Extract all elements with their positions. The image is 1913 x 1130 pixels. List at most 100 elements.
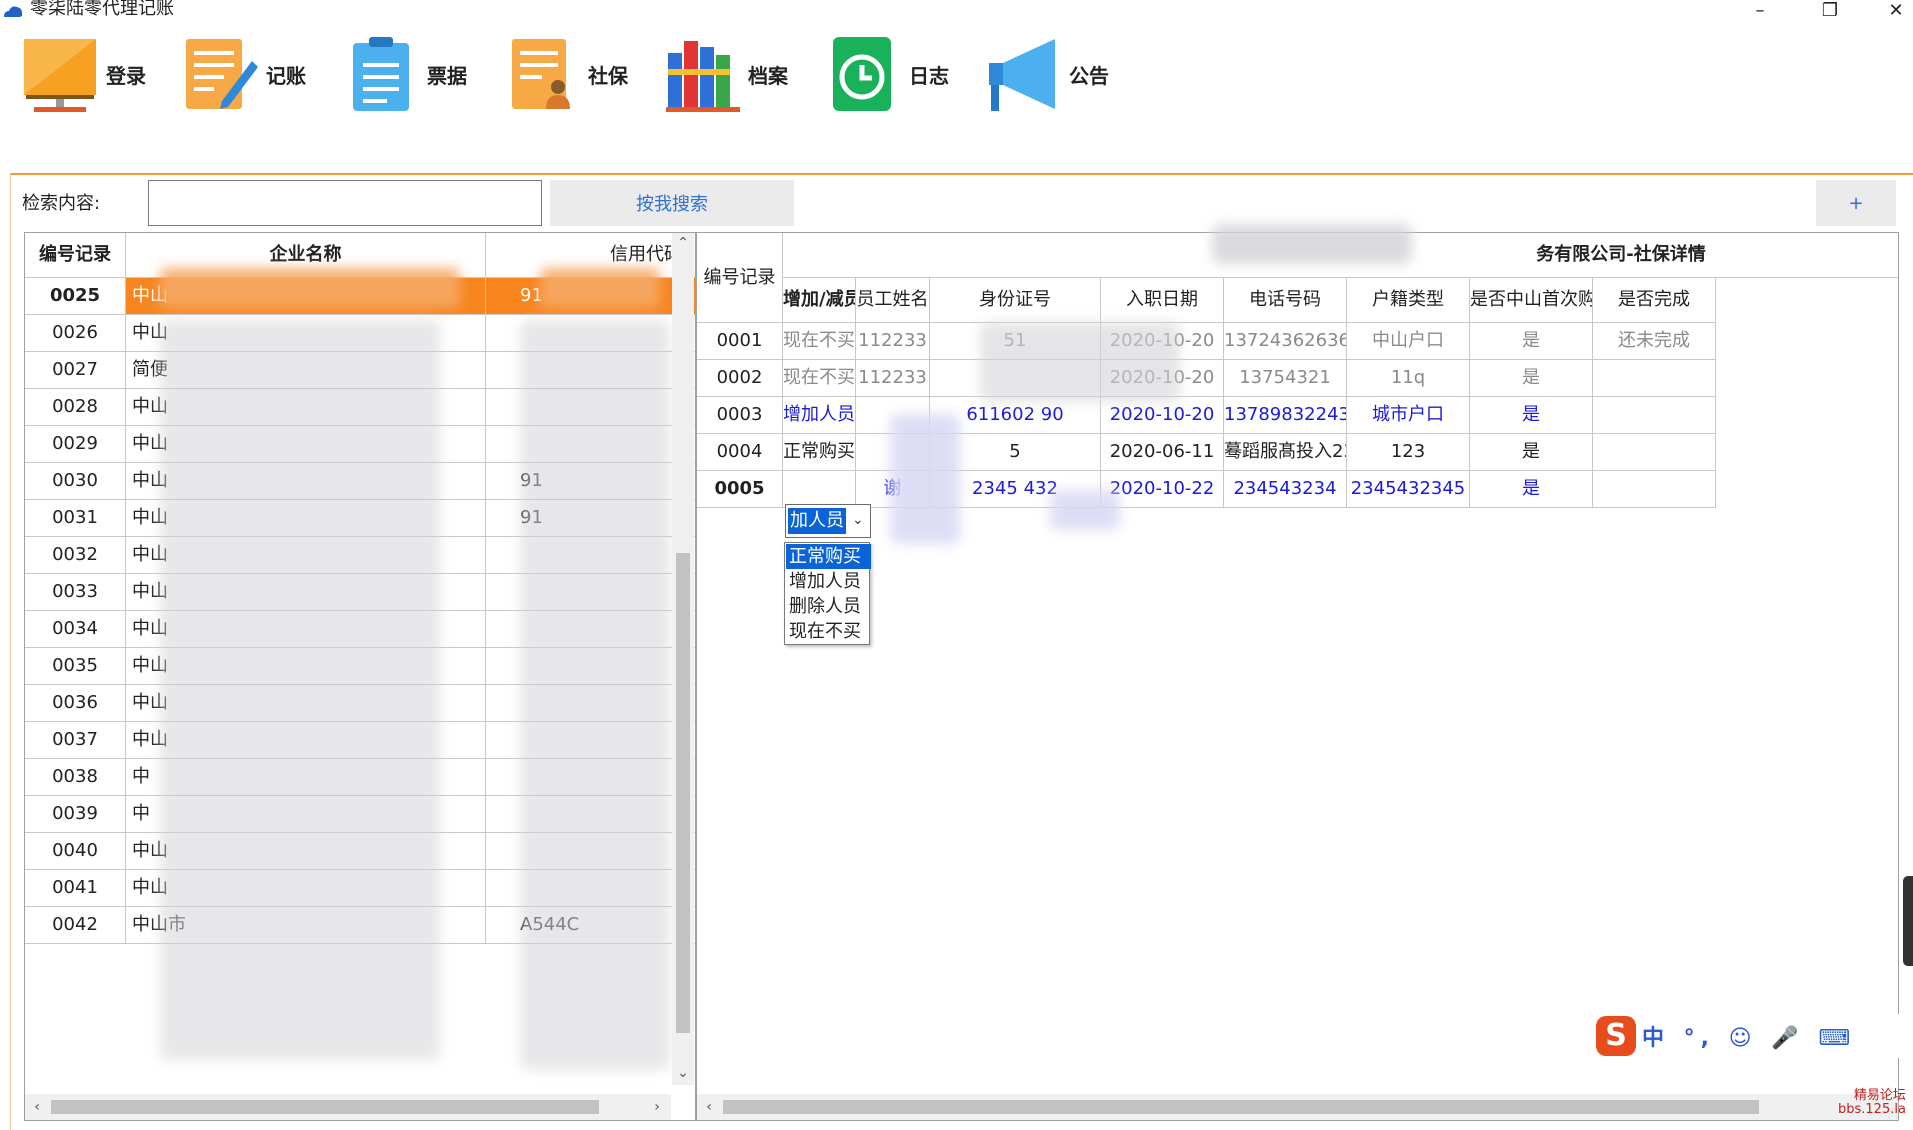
table-cell[interactable]: 中山户口 [1347, 323, 1470, 360]
maximize-button[interactable]: ❐ [1808, 0, 1852, 24]
table-cell[interactable]: 123 [1347, 434, 1470, 471]
scrollbar-thumb[interactable] [676, 553, 690, 1033]
table-cell-id[interactable]: 0031 [25, 500, 126, 537]
table-cell[interactable]: 234543234 [1224, 471, 1347, 508]
scroll-up-icon[interactable]: ⌃ [673, 233, 693, 253]
table-cell-id[interactable]: 0005 [697, 471, 783, 508]
table-cell-id[interactable]: 0030 [25, 463, 126, 500]
toolbar-announcement[interactable]: 公告 [985, 34, 1109, 114]
column-header[interactable]: 增加/减员 [783, 278, 856, 323]
table-cell-id[interactable]: 0032 [25, 537, 126, 574]
table-cell[interactable]: 112233 [856, 323, 930, 360]
table-cell-id[interactable]: 0038 [25, 759, 126, 796]
column-header-id[interactable]: 编号记录 [25, 233, 126, 278]
table-cell-id[interactable]: 0003 [697, 397, 783, 434]
table-cell[interactable]: 11q [1347, 360, 1470, 397]
table-cell[interactable]: 增加人员 [783, 397, 856, 434]
table-cell-id[interactable]: 0033 [25, 574, 126, 611]
minimize-button[interactable]: – [1738, 0, 1782, 24]
scroll-down-icon[interactable]: ⌄ [673, 1063, 693, 1083]
change-type-combobox[interactable]: 加人员 ⌄ [785, 504, 871, 538]
toolbar-social-security[interactable]: 社保 [504, 34, 628, 114]
table-cell-id[interactable]: 0025 [25, 278, 126, 315]
option-remove-person[interactable]: 删除人员 [786, 594, 871, 619]
table-cell-id[interactable]: 0035 [25, 648, 126, 685]
window-edge-handle[interactable] [1903, 876, 1913, 966]
column-header[interactable]: 身份证号 [930, 278, 1101, 323]
column-header[interactable]: 电话号码 [1224, 278, 1347, 323]
column-header[interactable]: 户籍类型 [1347, 278, 1470, 323]
table-cell[interactable]: 蓦蹈服髙投入2345 [1224, 434, 1347, 471]
table-cell-id[interactable]: 0002 [697, 360, 783, 397]
table-cell-id[interactable]: 0034 [25, 611, 126, 648]
table-cell[interactable]: 2345432345 [1347, 471, 1470, 508]
toolbar-bookkeeping[interactable]: 记账 [182, 34, 306, 114]
scroll-left-icon[interactable]: ‹ [27, 1097, 47, 1117]
close-button[interactable]: ✕ [1874, 0, 1913, 24]
table-cell[interactable] [1593, 471, 1716, 508]
table-cell[interactable]: 是 [1470, 434, 1593, 471]
table-cell[interactable]: 现在不买 [783, 323, 856, 360]
column-header[interactable]: 是否完成 [1593, 278, 1716, 323]
table-cell[interactable]: 正常购买 [783, 434, 856, 471]
toolbar-log[interactable]: 日志 [825, 34, 949, 114]
table-cell-id[interactable]: 0004 [697, 434, 783, 471]
table-cell[interactable]: 13789832243 [1224, 397, 1347, 434]
table-cell[interactable]: 13754321 [1224, 360, 1347, 397]
table-cell[interactable]: 是 [1470, 397, 1593, 434]
table-cell-id[interactable]: 0039 [25, 796, 126, 833]
table-cell-id[interactable]: 0042 [25, 907, 126, 944]
table-cell[interactable] [1593, 360, 1716, 397]
table-cell[interactable]: 是 [1470, 471, 1593, 508]
table-cell-id[interactable]: 0040 [25, 833, 126, 870]
left-horizontal-scrollbar[interactable]: ‹ › [25, 1094, 671, 1120]
option-add-person[interactable]: 增加人员 [786, 569, 871, 594]
ime-status-icons[interactable]: 中 °, ☺ 🎤 ⌨ [1642, 1020, 1856, 1052]
redaction-mask [890, 414, 960, 544]
table-cell[interactable]: 现在不买 [783, 360, 856, 397]
change-type-options: 正常购买 增加人员 删除人员 现在不买 [784, 542, 871, 645]
search-button[interactable]: 按我搜索 [550, 180, 794, 226]
table-cell[interactable]: 城市户口 [1347, 397, 1470, 434]
table-cell[interactable]: 13724362636 [1224, 323, 1347, 360]
table-cell[interactable]: 2020-10-20 [1101, 397, 1224, 434]
table-cell-id[interactable]: 0028 [25, 389, 126, 426]
table-cell-id[interactable]: 0036 [25, 685, 126, 722]
column-header[interactable]: 员工姓名 [856, 278, 930, 323]
column-header[interactable]: 是否中山首次购买 [1470, 278, 1593, 323]
scroll-right-icon[interactable]: › [647, 1097, 667, 1117]
scrollbar-thumb[interactable] [51, 1100, 599, 1114]
table-cell[interactable]: 还未完成 [1593, 323, 1716, 360]
table-cell-id[interactable]: 0037 [25, 722, 126, 759]
redaction-mask [1050, 490, 1120, 530]
chevron-down-icon[interactable]: ⌄ [852, 513, 866, 527]
table-cell-id[interactable]: 0041 [25, 870, 126, 907]
search-input[interactable] [148, 180, 542, 226]
search-label: 检索内容: [22, 193, 101, 214]
ime-toolbar[interactable]: S 中 °, ☺ 🎤 ⌨ [1596, 1014, 1906, 1058]
table-cell-id[interactable]: 0001 [697, 323, 783, 360]
table-cell[interactable]: 2020-06-11 [1101, 434, 1224, 471]
table-cell[interactable] [783, 471, 856, 508]
toolbar-receipts[interactable]: 票据 [343, 34, 467, 114]
cloud-logo-icon [4, 6, 23, 17]
table-cell[interactable] [1593, 434, 1716, 471]
table-cell-id[interactable]: 0029 [25, 426, 126, 463]
left-vertical-scrollbar[interactable]: ⌃ ⌄ [672, 233, 694, 1085]
option-not-buying[interactable]: 现在不买 [786, 619, 871, 644]
table-cell-id[interactable]: 0026 [25, 315, 126, 352]
right-horizontal-scrollbar[interactable]: ‹ [697, 1094, 1898, 1120]
table-cell[interactable]: 是 [1470, 360, 1593, 397]
toolbar-archives[interactable]: 档案 [664, 34, 788, 114]
scrollbar-thumb[interactable] [723, 1100, 1759, 1114]
add-button[interactable]: + [1816, 180, 1896, 226]
option-normal-purchase[interactable]: 正常购买 [786, 544, 871, 569]
column-header-id[interactable]: 编号记录 [697, 233, 783, 323]
toolbar-login[interactable]: 登录 [22, 34, 146, 114]
table-cell[interactable]: 112233 [856, 360, 930, 397]
table-cell[interactable]: 是 [1470, 323, 1593, 360]
table-cell-id[interactable]: 0027 [25, 352, 126, 389]
scroll-left-icon[interactable]: ‹ [699, 1097, 719, 1117]
table-cell[interactable] [1593, 397, 1716, 434]
column-header[interactable]: 入职日期 [1101, 278, 1224, 323]
